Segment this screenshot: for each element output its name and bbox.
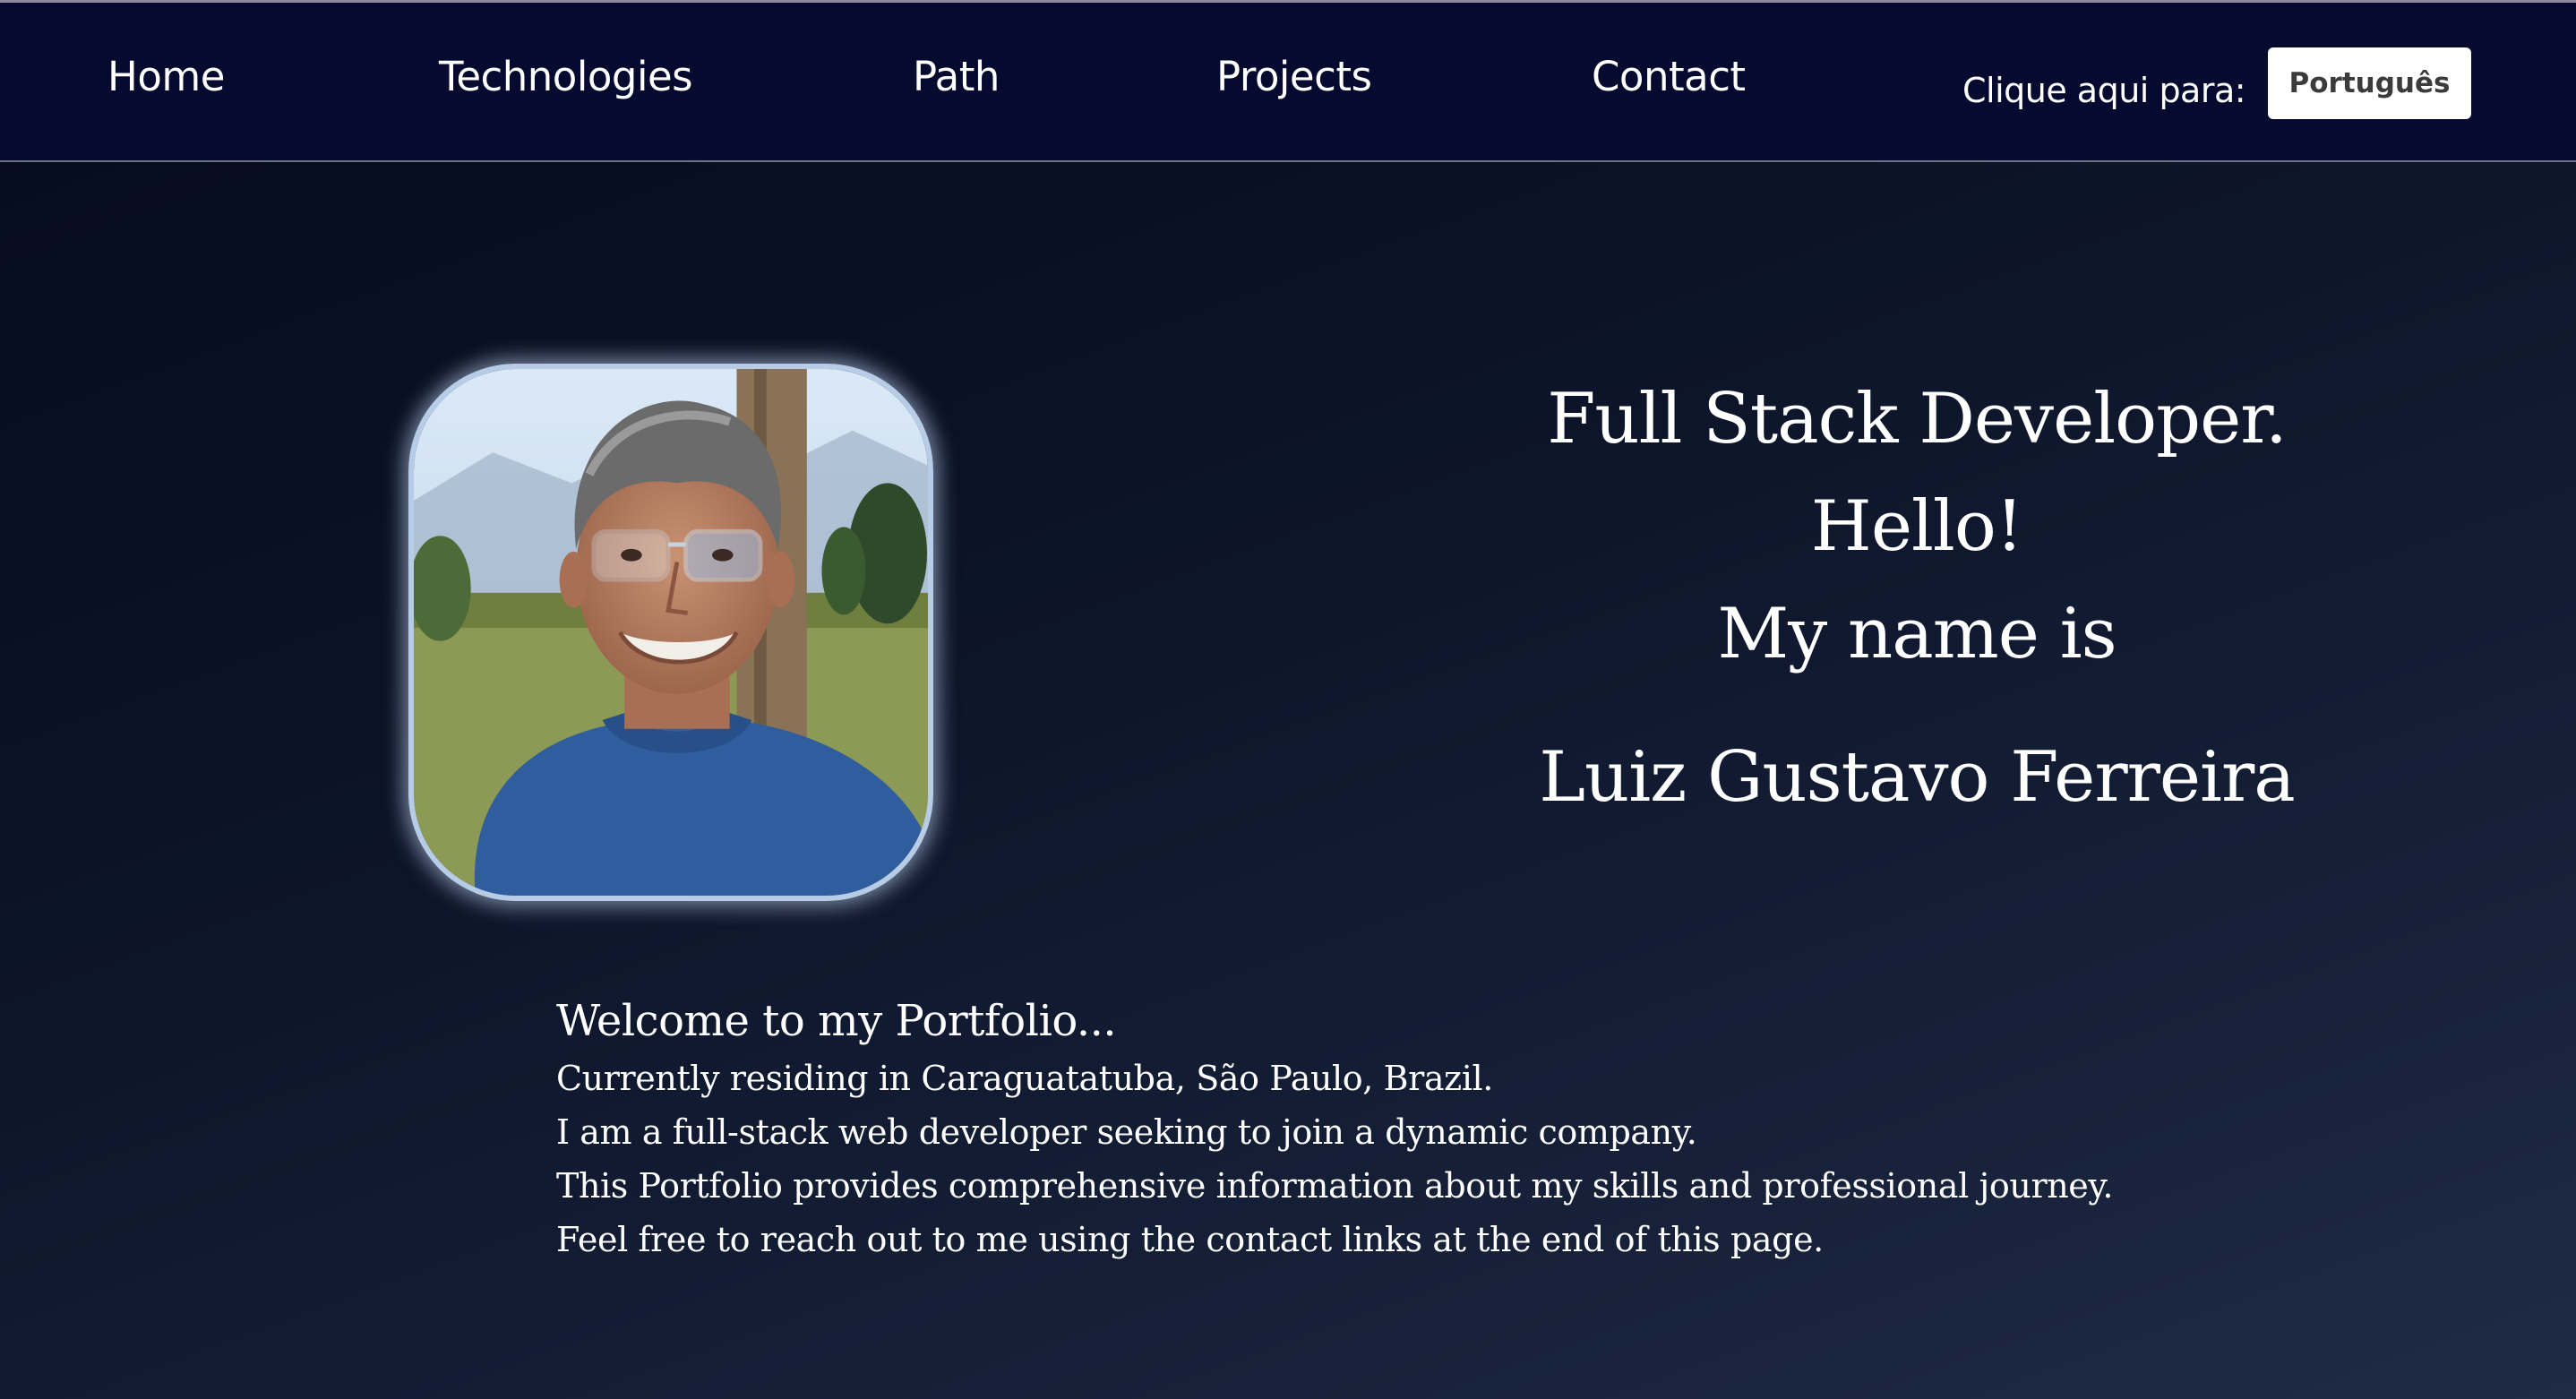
hero-heading: Full Stack Developer. Hello! My name is …: [1469, 365, 2365, 831]
welcome-section: Welcome to my Portfolio... Currently res…: [556, 991, 2168, 1266]
nav-path-link[interactable]: Path: [913, 53, 1000, 100]
profile-photo-illustration: [414, 369, 928, 896]
navbar: Home Technologies Path Projects Contact …: [0, 3, 2576, 162]
welcome-text-line: Currently residing in Caraguatatuba, São…: [556, 1059, 1493, 1098]
profile-photo: [408, 364, 933, 901]
welcome-title: Welcome to my Portfolio...: [556, 996, 1117, 1046]
language-toggle-button[interactable]: Português: [2268, 47, 2471, 119]
nav-home-link[interactable]: Home: [107, 53, 225, 100]
nav-projects-link[interactable]: Projects: [1216, 53, 1372, 100]
welcome-text-line: Feel free to reach out to me using the c…: [556, 1220, 1824, 1259]
hero-name: Luiz Gustavo Ferreira: [1539, 737, 2296, 818]
nav-technologies-link[interactable]: Technologies: [439, 53, 693, 100]
hero-title-line: Full Stack Developer.: [1547, 379, 2288, 459]
hero-intro-line: My name is: [1717, 594, 2117, 674]
welcome-text-line: I am a full-stack web developer seeking …: [556, 1112, 1697, 1152]
hero-greeting-line: Hello!: [1810, 486, 2023, 567]
welcome-text-line: This Portfolio provides comprehensive in…: [556, 1166, 2114, 1206]
nav-contact-link[interactable]: Contact: [1592, 53, 1746, 100]
language-prompt: Clique aqui para:: [1962, 71, 2246, 110]
